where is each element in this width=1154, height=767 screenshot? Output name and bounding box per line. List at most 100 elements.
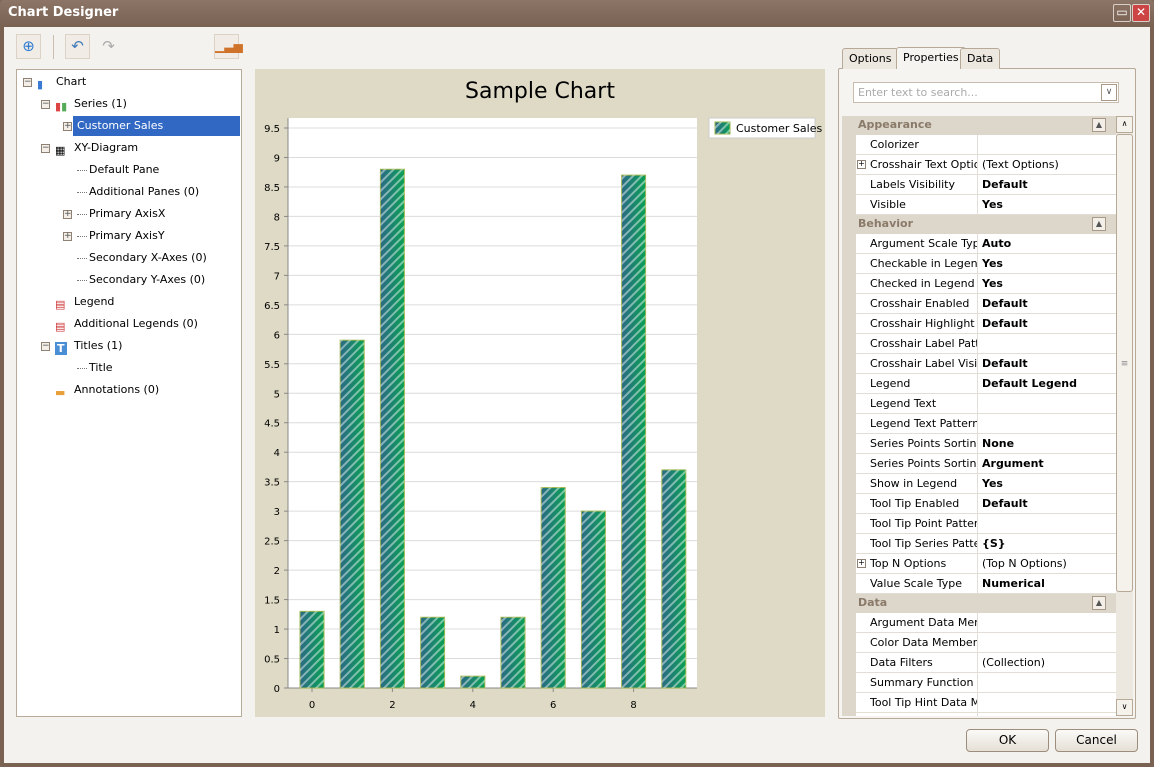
property-value[interactable]: Default Legend bbox=[978, 374, 1116, 394]
property-value[interactable]: Auto bbox=[978, 234, 1116, 254]
tree-item[interactable]: Secondary Y-Axes (0) bbox=[77, 270, 205, 290]
tree-expander-minus-icon[interactable]: − bbox=[41, 342, 50, 351]
property-row[interactable]: Crosshair Label VisibilitDefault bbox=[842, 354, 1116, 374]
property-value[interactable] bbox=[978, 334, 1116, 354]
property-row[interactable]: Legend Text Pattern bbox=[842, 414, 1116, 434]
property-value[interactable]: Yes bbox=[978, 254, 1116, 274]
tree-item[interactable]: ▤ Additional Legends (0) bbox=[55, 314, 198, 334]
ok-button[interactable]: OK bbox=[966, 729, 1049, 752]
property-row[interactable]: +Tool Tip Image(Chart Image) bbox=[842, 713, 1116, 716]
property-row[interactable]: Series Points Sorting None bbox=[842, 434, 1116, 454]
tree-item[interactable]: Customer Sales bbox=[73, 116, 240, 136]
property-row[interactable]: + Top N Options (Top N Options) bbox=[842, 554, 1116, 574]
property-value[interactable] bbox=[978, 613, 1116, 633]
cancel-button[interactable]: Cancel bbox=[1055, 729, 1138, 752]
property-value[interactable]: Default bbox=[978, 354, 1116, 374]
property-row[interactable]: + Crosshair Text Option (Text Options) bbox=[842, 155, 1116, 175]
tab-data[interactable]: Data bbox=[960, 48, 1001, 69]
property-row[interactable]: Data Filters (Collection) bbox=[842, 653, 1116, 673]
property-row[interactable]: Argument Data Membe bbox=[842, 613, 1116, 633]
tree-item[interactable]: ▤ Legend bbox=[55, 292, 114, 312]
property-value[interactable]: Yes bbox=[978, 195, 1116, 215]
property-value[interactable]: (Text Options) bbox=[978, 155, 1116, 175]
tree-item[interactable]: ▮ Chart bbox=[37, 72, 86, 92]
tree-item[interactable]: T Titles (1) bbox=[55, 336, 122, 356]
close-button[interactable]: ✕ bbox=[1132, 4, 1150, 22]
property-value[interactable]: {S} bbox=[978, 534, 1116, 554]
property-value[interactable]: (Collection) bbox=[978, 653, 1116, 673]
property-value[interactable]: None bbox=[978, 434, 1116, 454]
expand-plus-icon[interactable]: + bbox=[857, 559, 866, 568]
property-row[interactable]: Color Data Member bbox=[842, 633, 1116, 653]
property-row[interactable]: Tool Tip Enabled Default bbox=[842, 494, 1116, 514]
property-value[interactable]: (Top N Options) bbox=[978, 554, 1116, 574]
tree-expander-minus-icon[interactable]: − bbox=[23, 78, 32, 87]
vertical-scrollbar[interactable]: ∧ ≡ ∨ bbox=[1116, 116, 1133, 716]
property-value[interactable]: Yes bbox=[978, 274, 1116, 294]
collapse-icon[interactable]: ▲ bbox=[1092, 217, 1106, 231]
category-appearance[interactable]: Appearance ▲ bbox=[842, 116, 1116, 135]
property-value[interactable]: Yes bbox=[978, 474, 1116, 494]
collapse-icon[interactable]: ▲ bbox=[1092, 596, 1106, 610]
property-row[interactable]: Value Scale Type Numerical bbox=[842, 574, 1116, 594]
property-value[interactable]: (Chart Image) bbox=[978, 713, 1116, 716]
property-row[interactable]: Checkable in Legend Yes bbox=[842, 254, 1116, 274]
tab-options[interactable]: Options bbox=[842, 48, 899, 69]
property-value[interactable]: Default bbox=[978, 494, 1116, 514]
property-row[interactable]: Crosshair Label Patter bbox=[842, 334, 1116, 354]
tree-expander-plus-icon[interactable]: + bbox=[63, 232, 72, 241]
property-row[interactable]: Crosshair Highlight PoiDefault bbox=[842, 314, 1116, 334]
tree-item[interactable]: ▬ Annotations (0) bbox=[55, 380, 159, 400]
property-row[interactable]: Tool Tip Series Patterr {S} bbox=[842, 534, 1116, 554]
add-button[interactable]: ⊕ bbox=[16, 34, 41, 59]
undo-button[interactable]: ↶ bbox=[65, 34, 90, 59]
property-value[interactable]: Default bbox=[978, 314, 1116, 334]
property-row[interactable]: Show in Legend Yes bbox=[842, 474, 1116, 494]
property-row[interactable]: Crosshair Enabled Default bbox=[842, 294, 1116, 314]
property-row[interactable]: Tool Tip Point Pattern bbox=[842, 514, 1116, 534]
property-row[interactable]: Series Points Sorting KArgument bbox=[842, 454, 1116, 474]
property-value[interactable] bbox=[978, 673, 1116, 693]
tree-item[interactable]: Default Pane bbox=[77, 160, 159, 180]
maximize-button[interactable]: ▭ bbox=[1113, 4, 1131, 22]
redo-button[interactable]: ↷ bbox=[96, 34, 121, 59]
property-value[interactable]: Numerical bbox=[978, 574, 1116, 594]
property-value[interactable] bbox=[978, 514, 1116, 534]
collapse-icon[interactable]: ▲ bbox=[1092, 118, 1106, 132]
tree-item[interactable]: Title bbox=[77, 358, 113, 378]
tree-item[interactable]: ▦ XY-Diagram bbox=[55, 138, 138, 158]
scroll-thumb[interactable]: ≡ bbox=[1116, 134, 1133, 592]
property-row[interactable]: Summary Function bbox=[842, 673, 1116, 693]
tree-expander-plus-icon[interactable]: + bbox=[63, 122, 72, 131]
property-value[interactable] bbox=[978, 394, 1116, 414]
property-value[interactable] bbox=[978, 135, 1116, 155]
property-row[interactable]: Colorizer bbox=[842, 135, 1116, 155]
property-value[interactable] bbox=[978, 633, 1116, 653]
tree-expander-minus-icon[interactable]: − bbox=[41, 100, 50, 109]
property-value[interactable]: Argument bbox=[978, 454, 1116, 474]
property-value[interactable]: Default bbox=[978, 294, 1116, 314]
search-dropdown-icon[interactable]: ∨ bbox=[1101, 84, 1117, 101]
property-search-input[interactable]: Enter text to search... ∨ bbox=[853, 82, 1119, 103]
property-row[interactable]: Labels Visibility Default bbox=[842, 175, 1116, 195]
property-row[interactable]: Visible Yes bbox=[842, 195, 1116, 215]
tree-item[interactable]: ▮▮ Series (1) bbox=[55, 94, 127, 114]
tree-item[interactable]: Primary AxisY bbox=[77, 226, 165, 246]
tree-expander-plus-icon[interactable]: + bbox=[63, 210, 72, 219]
scroll-up-button[interactable]: ∧ bbox=[1116, 116, 1133, 133]
tree-item[interactable]: Additional Panes (0) bbox=[77, 182, 199, 202]
property-row[interactable]: Argument Scale Type Auto bbox=[842, 234, 1116, 254]
tree-item[interactable]: Primary AxisX bbox=[77, 204, 165, 224]
property-row[interactable]: Legend Default Legend bbox=[842, 374, 1116, 394]
chart-wizard-button[interactable]: ▁▃▅ bbox=[214, 34, 243, 59]
property-row[interactable]: Legend Text bbox=[842, 394, 1116, 414]
property-row[interactable]: Checked in Legend Yes bbox=[842, 274, 1116, 294]
property-value[interactable] bbox=[978, 693, 1116, 713]
category-behavior[interactable]: Behavior ▲ bbox=[842, 215, 1116, 234]
tab-properties[interactable]: Properties bbox=[896, 47, 966, 69]
property-row[interactable]: Tool Tip Hint Data Mer bbox=[842, 693, 1116, 713]
property-value[interactable] bbox=[978, 414, 1116, 434]
tree-item[interactable]: Secondary X-Axes (0) bbox=[77, 248, 207, 268]
expand-plus-icon[interactable]: + bbox=[857, 160, 866, 169]
scroll-down-button[interactable]: ∨ bbox=[1116, 699, 1133, 716]
